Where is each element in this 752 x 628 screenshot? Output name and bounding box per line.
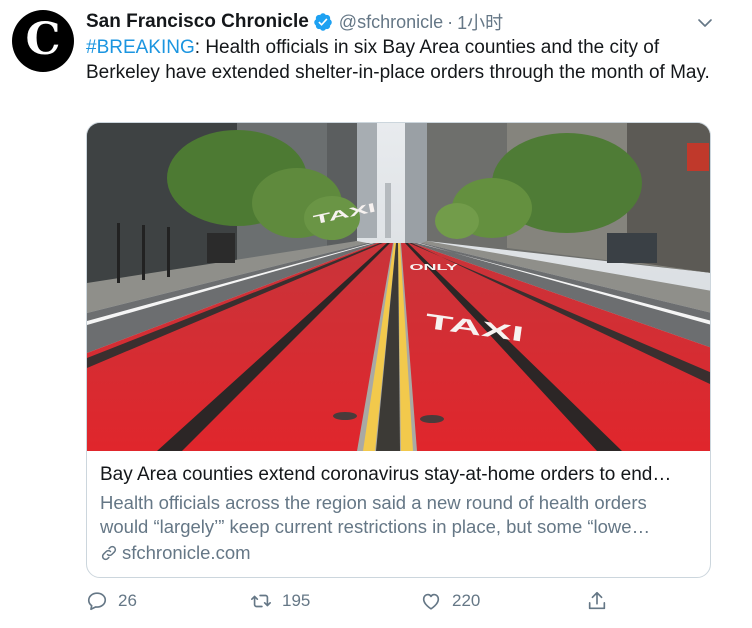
tweet-actions: 26 195 220 [86, 590, 626, 618]
retweet-icon [251, 594, 271, 608]
like-button[interactable]: 220 [420, 590, 480, 612]
retweet-count: 195 [282, 591, 311, 610]
tweet-timestamp[interactable]: 1小时 [457, 9, 503, 35]
like-count: 220 [452, 591, 481, 610]
card-image[interactable]: TAXI ONLY TAXI [87, 123, 711, 451]
card-description-line-1: Health officials across the region said … [100, 492, 647, 513]
author-handle[interactable]: @sfchronicle [339, 12, 443, 33]
card-domain-text: sfchronicle.com [122, 542, 251, 563]
link-icon [101, 545, 117, 561]
link-preview-card[interactable]: TAXI ONLY TAXI Bay Area counties extend … [86, 122, 711, 578]
share-button[interactable] [586, 590, 618, 612]
avatar-logo-letter: C [25, 14, 61, 65]
verified-badge-icon [314, 13, 332, 31]
reply-button[interactable]: 26 [86, 590, 137, 612]
road-marking-text-center: ONLY [410, 262, 459, 272]
reply-icon [87, 592, 107, 611]
reply-count: 26 [118, 591, 137, 610]
hashtag-link[interactable]: #BREAKING [86, 37, 195, 58]
separator-dot: · [447, 11, 454, 32]
like-icon [422, 593, 440, 610]
card-description: Health officials across the region said … [100, 491, 700, 539]
card-description-line-2: would “largely’” keep current restrictio… [100, 516, 651, 537]
tweet-text: #BREAKING: Health officials in six Bay A… [86, 36, 716, 85]
author-name[interactable]: San Francisco Chronicle [86, 11, 309, 33]
card-title[interactable]: Bay Area counties extend coronavirus sta… [100, 464, 700, 486]
chevron-down-icon[interactable] [696, 14, 714, 32]
tweet-header: San Francisco Chronicle @sfchronicle · 1… [86, 10, 503, 34]
retweet-button[interactable]: 195 [250, 590, 310, 612]
avatar[interactable]: C [12, 10, 74, 72]
share-icon [588, 591, 606, 610]
card-domain[interactable]: sfchronicle.com [100, 542, 251, 564]
